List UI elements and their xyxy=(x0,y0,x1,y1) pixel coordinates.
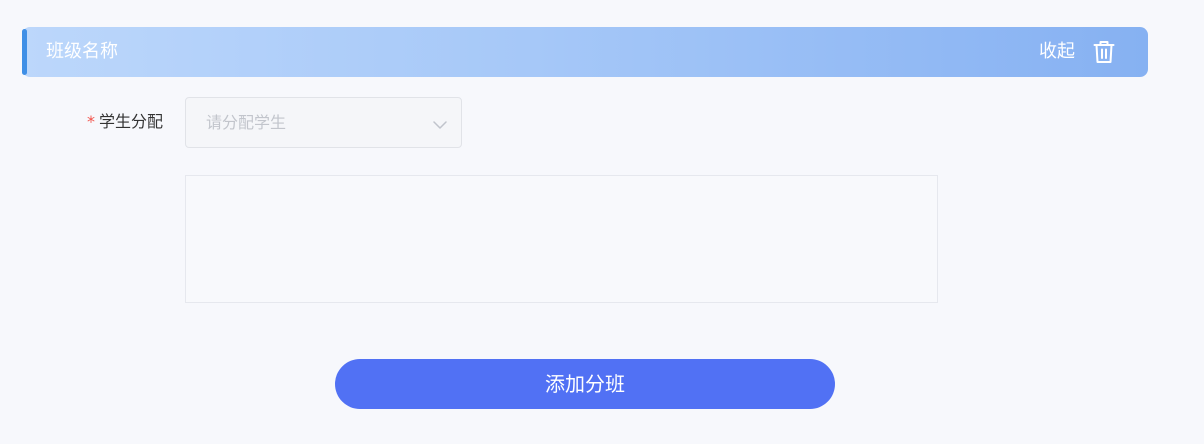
collapse-button[interactable]: 收起 xyxy=(1039,40,1075,64)
add-class-button[interactable]: 添加分班 xyxy=(335,359,835,409)
class-section-header: 班级名称 收起 xyxy=(22,27,1148,77)
student-assign-select[interactable]: 请分配学生 xyxy=(185,97,462,148)
chevron-down-icon xyxy=(432,116,448,129)
page: 班级名称 收起 * 学生分配 请分配学生 添加分班 xyxy=(0,0,1204,444)
trash-icon[interactable] xyxy=(1093,40,1115,64)
required-mark: * xyxy=(87,112,95,131)
assigned-students-box xyxy=(185,175,938,303)
student-assign-label: * 学生分配 xyxy=(87,111,163,133)
student-assign-placeholder: 请分配学生 xyxy=(206,113,287,132)
class-name-title: 班级名称 xyxy=(46,41,118,62)
student-assign-label-text: 学生分配 xyxy=(99,112,164,131)
header-accent-bar xyxy=(22,29,27,75)
